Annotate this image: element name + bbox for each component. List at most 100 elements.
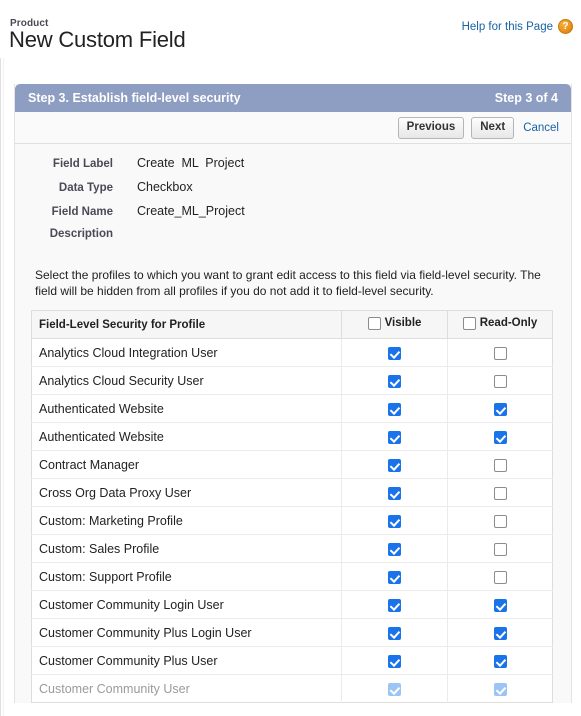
visible-checkbox[interactable]	[388, 570, 401, 584]
read-only-checkbox[interactable]	[493, 626, 507, 640]
profile-name-cell: Authenticated Website	[31, 422, 342, 451]
column-header-read-only: Read-Only	[447, 310, 553, 339]
detail-row-description: Description	[15, 228, 571, 252]
visible-checkbox[interactable]	[388, 486, 401, 500]
read-only-cell	[447, 450, 553, 479]
profile-name-cell: Analytics Cloud Integration User	[31, 338, 342, 367]
profile-name-cell: Cross Org Data Proxy User	[31, 478, 342, 507]
read-only-cell	[447, 534, 553, 563]
cancel-link[interactable]: Cancel	[521, 122, 559, 134]
select-all-read-only-checkbox[interactable]	[462, 316, 476, 330]
read-only-cell	[447, 618, 553, 647]
read-only-checkbox[interactable]	[493, 346, 507, 360]
table-row: Customer Community User	[31, 674, 553, 703]
wizard-button-row: Previous Next Cancel	[15, 112, 571, 144]
profile-name-cell: Customer Community Plus User	[31, 646, 342, 675]
help-icon[interactable]: ?	[558, 19, 573, 34]
read-only-checkbox[interactable]	[493, 430, 507, 444]
read-only-cell	[447, 506, 553, 535]
step-header-bar: Step 3. Establish field-level security S…	[15, 84, 571, 112]
viewport-left-rule	[0, 58, 1, 716]
detail-value: Checkbox	[137, 180, 193, 194]
next-button[interactable]: Next	[471, 116, 515, 139]
table-body: Analytics Cloud Integration User Analytic…	[31, 338, 553, 703]
read-only-cell	[447, 646, 553, 675]
visible-cell	[341, 394, 448, 423]
read-only-cell	[447, 338, 553, 367]
visible-cell	[341, 478, 448, 507]
read-only-checkbox[interactable]	[493, 682, 507, 696]
visible-cell	[341, 506, 448, 535]
detail-label: Field Label	[52, 158, 113, 170]
read-only-cell	[447, 590, 553, 619]
detail-label: Description	[49, 228, 113, 240]
profile-name-cell: Custom: Support Profile	[31, 562, 342, 591]
visible-checkbox[interactable]	[388, 402, 401, 416]
profile-name-cell: Custom: Sales Profile	[31, 534, 342, 563]
page-title: New Custom Field	[9, 27, 186, 52]
field-level-security-table-wrap: Field-Level Security for Profile Visible…	[15, 307, 571, 703]
step-title: Step 3. Establish field-level security	[28, 91, 241, 105]
read-only-checkbox[interactable]	[493, 514, 507, 528]
read-only-checkbox[interactable]	[493, 374, 507, 388]
visible-checkbox[interactable]	[388, 542, 401, 556]
visible-cell	[341, 646, 448, 675]
visible-checkbox[interactable]	[388, 626, 401, 640]
visible-cell	[341, 534, 448, 563]
detail-row-field-label: Field Label Create ML Project	[15, 156, 571, 180]
read-only-cell	[447, 422, 553, 451]
table-row: Custom: Marketing Profile	[31, 506, 553, 535]
visible-checkbox[interactable]	[388, 654, 401, 668]
visible-cell	[341, 674, 448, 703]
visible-checkbox[interactable]	[388, 374, 401, 388]
page-root: Product New Custom Field Help for this P…	[0, 0, 581, 716]
visible-checkbox[interactable]	[388, 346, 401, 360]
read-only-checkbox[interactable]	[493, 458, 507, 472]
instructions-text: Select the profiles to which you want to…	[15, 262, 571, 307]
column-header-visible: Visible	[341, 310, 448, 339]
read-only-cell	[447, 478, 553, 507]
table-row: Custom: Sales Profile	[31, 534, 553, 563]
column-header-profile: Field-Level Security for Profile	[31, 310, 342, 339]
read-only-checkbox[interactable]	[493, 402, 507, 416]
visible-checkbox[interactable]	[388, 514, 401, 528]
read-only-checkbox[interactable]	[493, 542, 507, 556]
read-only-checkbox[interactable]	[493, 570, 507, 584]
read-only-cell	[447, 366, 553, 395]
visible-cell	[341, 366, 448, 395]
table-row: Customer Community Plus User	[31, 646, 553, 675]
read-only-cell	[447, 394, 553, 423]
visible-cell	[341, 422, 448, 451]
previous-button[interactable]: Previous	[397, 116, 465, 139]
table-row: Analytics Cloud Security User	[31, 366, 553, 395]
visible-checkbox[interactable]	[388, 458, 401, 472]
read-only-cell	[448, 675, 553, 703]
profile-name-cell: Contract Manager	[31, 450, 342, 479]
profile-name-cell: Customer Community Plus Login User	[31, 618, 342, 647]
select-all-visible-checkbox[interactable]	[367, 316, 381, 330]
profile-name-cell: Custom: Marketing Profile	[31, 506, 342, 535]
step-counter: Step 3 of 4	[494, 91, 558, 105]
table-header-row: Field-Level Security for Profile Visible…	[31, 310, 553, 339]
visible-cell	[341, 618, 448, 647]
read-only-checkbox[interactable]	[493, 486, 507, 500]
profile-name-cell: Customer Community Login User	[31, 590, 342, 619]
visible-cell	[341, 590, 448, 619]
read-only-checkbox[interactable]	[493, 598, 507, 612]
field-level-security-table: Field-Level Security for Profile Visible…	[31, 310, 553, 703]
help-link[interactable]: Help for this Page	[462, 21, 553, 33]
read-only-cell	[447, 562, 553, 591]
read-only-checkbox[interactable]	[493, 654, 507, 668]
table-row: Customer Community Login User	[31, 590, 553, 619]
table-row: Authenticated Website	[31, 394, 553, 423]
visible-checkbox[interactable]	[388, 430, 401, 444]
profile-name-cell: Customer Community User	[31, 674, 342, 703]
table-row: Contract Manager	[31, 450, 553, 479]
table-row: Customer Community Plus Login User	[31, 618, 553, 647]
viewport-left-rule-inner	[3, 58, 4, 716]
detail-value: Create_ML_Project	[137, 204, 245, 218]
profile-name-cell: Authenticated Website	[31, 394, 342, 423]
visible-checkbox[interactable]	[388, 682, 401, 696]
visible-checkbox[interactable]	[388, 598, 401, 612]
help-for-this-page[interactable]: Help for this Page ?	[462, 19, 573, 34]
